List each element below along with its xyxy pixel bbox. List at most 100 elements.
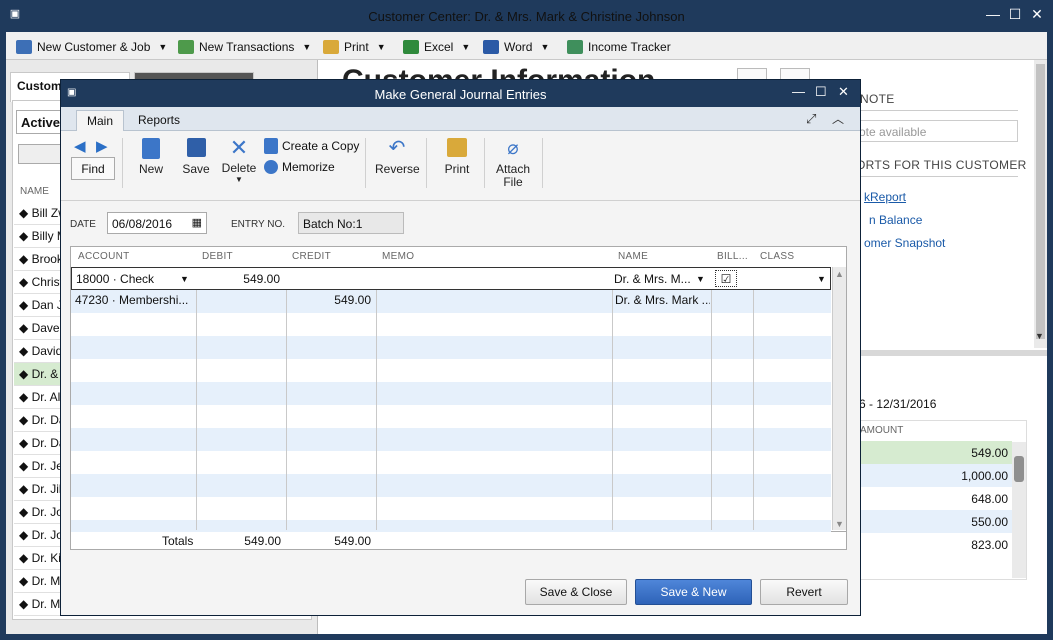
grid-scroll-up-icon[interactable]: ▲ (835, 269, 844, 279)
customer-list-item[interactable]: ◆ Dr. Da (14, 432, 62, 455)
billable-checkbox[interactable]: ☑ (715, 270, 737, 287)
debit-cell[interactable]: 549.00 (196, 272, 280, 286)
customer-list-item[interactable]: ◆ Billy M (14, 225, 62, 248)
customer-list-item[interactable]: ◆ Dr. Da (14, 409, 62, 432)
journal-line[interactable] (71, 313, 831, 336)
customer-list-item[interactable]: ◆ Dr. Ma (14, 570, 62, 593)
column-header-class[interactable]: CLASS (760, 251, 794, 262)
account-dropdown-icon[interactable]: ▼ (180, 274, 189, 284)
column-header-name[interactable]: NAME (618, 251, 648, 262)
expand-icon[interactable]: ⤢ (806, 111, 816, 127)
customer-snapshot-link[interactable]: omer Snapshot (864, 236, 945, 250)
amount-column-header[interactable]: AMOUNT (860, 425, 903, 436)
credit-cell[interactable]: 549.00 (286, 293, 371, 307)
column-header-account[interactable]: ACCOUNT (78, 251, 130, 262)
find-button[interactable]: Find (71, 157, 115, 180)
customer-list-item[interactable]: ◆ Dan J (14, 294, 62, 317)
customer-name: Christ (31, 275, 62, 289)
account-cell[interactable]: 47230 · Membershi... (75, 293, 193, 307)
customer-list-item[interactable]: ◆ Dr. Mic (14, 593, 62, 616)
date-field[interactable]: 06/08/2016 ▦ (107, 212, 207, 234)
maximize-icon[interactable]: ☐ (1004, 6, 1026, 23)
collapse-ribbon-icon[interactable]: ︿ (832, 110, 844, 127)
new-customer-icon (16, 40, 32, 54)
customer-list-item[interactable]: ◆ Dave (14, 317, 62, 340)
word-menu-button[interactable]: Word ▼ (483, 38, 549, 56)
entry-no-field[interactable]: Batch No:1 (298, 212, 404, 234)
customer-filter-select[interactable]: Active (16, 110, 66, 134)
account-cell[interactable]: 18000 · Check (76, 272, 154, 286)
column-header-memo[interactable]: MEMO (382, 251, 414, 262)
delete-button[interactable]: ✕ Delete ▼ (220, 137, 258, 185)
note-field[interactable]: ote available (852, 120, 1018, 142)
name-dropdown-icon[interactable]: ▼ (696, 274, 705, 284)
save-new-button[interactable]: Save & New (635, 579, 752, 605)
next-entry-icon[interactable]: ▶ (96, 137, 108, 155)
transaction-amount[interactable]: 648.00 (856, 487, 1012, 510)
save-button[interactable]: Save (178, 138, 214, 176)
quick-report-link[interactable]: kReport (864, 190, 906, 204)
customer-list-item[interactable]: ◆ Bill Zw (14, 202, 62, 225)
new-transactions-button[interactable]: New Transactions ▼ (178, 38, 311, 56)
customer-list-item[interactable]: ◆ Brook (14, 248, 62, 271)
save-close-button[interactable]: Save & Close (525, 579, 627, 605)
column-header-billable[interactable]: BILL... (717, 251, 748, 262)
new-customer-job-button[interactable]: New Customer & Job ▼ (16, 38, 167, 56)
customer-list-item[interactable]: ◆ Dr. Jil (14, 478, 62, 501)
transaction-amount[interactable]: 549.00 (856, 441, 1012, 464)
customer-list-item[interactable]: ◆ Dr. Jo (14, 524, 62, 547)
new-button[interactable]: New (133, 138, 169, 176)
tab-reports[interactable]: Reports (128, 110, 190, 131)
dialog-close-icon[interactable]: ✕ (838, 84, 849, 100)
grid-scrollbar[interactable] (832, 267, 846, 530)
income-tracker-button[interactable]: Income Tracker (567, 38, 671, 56)
close-icon[interactable]: ✕ (1026, 6, 1048, 23)
attach-file-button[interactable]: ⌀ Attach File (492, 138, 534, 189)
customer-list-item[interactable]: ◆ David (14, 340, 62, 363)
open-balance-link[interactable]: n Balance (869, 213, 922, 227)
tab-main[interactable]: Main (76, 110, 125, 131)
name-cell[interactable]: Dr. & Mrs. M... (614, 272, 691, 286)
journal-line[interactable] (71, 359, 831, 382)
journal-line[interactable] (71, 451, 831, 474)
reverse-button[interactable]: ↶ Reverse (375, 138, 420, 177)
minimize-icon[interactable]: — (982, 6, 1004, 22)
customer-list-item[interactable]: ◆ Dr. & M (14, 363, 62, 386)
journal-line[interactable] (71, 497, 831, 520)
calendar-icon[interactable]: ▦ (192, 216, 202, 229)
transaction-amount[interactable]: 550.00 (856, 510, 1012, 533)
memorize-button[interactable]: Memorize (264, 160, 335, 174)
customer-list-item[interactable]: ◆ Dr. Alli (14, 386, 62, 409)
customer-list-item[interactable]: ◆ Dr. Je (14, 455, 62, 478)
journal-line[interactable] (71, 336, 831, 359)
transaction-amount[interactable]: 823.00 (856, 533, 1012, 556)
transactions-scrollbar-thumb[interactable] (1014, 456, 1024, 482)
class-dropdown-icon[interactable]: ▼ (817, 274, 826, 284)
info-scrollbar-thumb[interactable] (1036, 64, 1045, 339)
excel-menu-button[interactable]: Excel ▼ (403, 38, 470, 56)
column-header-credit[interactable]: CREDIT (292, 251, 331, 262)
customer-list-item[interactable]: ◆ Christ (14, 271, 62, 294)
print-menu-button[interactable]: Print ▼ (323, 38, 386, 56)
active-journal-line[interactable]: 18000 · Check ▼ 549.00 Dr. & Mrs. M... ▼… (71, 267, 831, 290)
transaction-amount[interactable]: 1,000.00 (856, 464, 1012, 487)
journal-line[interactable] (71, 382, 831, 405)
customer-name-column-header[interactable]: NAME (20, 186, 49, 197)
journal-line[interactable] (71, 428, 831, 451)
name-cell[interactable]: Dr. & Mrs. Mark ... (615, 293, 710, 307)
customer-list-item[interactable]: ◆ Dr. Jo (14, 501, 62, 524)
customer-search-input[interactable] (18, 144, 63, 164)
previous-entry-icon[interactable]: ◀ (74, 137, 86, 155)
print-button[interactable]: Print (440, 138, 474, 176)
revert-button[interactable]: Revert (760, 579, 848, 605)
column-header-debit[interactable]: DEBIT (202, 251, 233, 262)
word-icon (483, 40, 499, 54)
dialog-minimize-icon[interactable]: — (792, 84, 805, 99)
journal-line[interactable] (71, 405, 831, 428)
journal-line[interactable] (71, 474, 831, 497)
dialog-maximize-icon[interactable]: ☐ (815, 84, 827, 100)
grid-scroll-down-icon[interactable]: ▼ (835, 519, 844, 529)
create-copy-button[interactable]: Create a Copy (264, 138, 359, 154)
scroll-down-icon[interactable]: ▼ (1035, 331, 1044, 341)
customer-list-item[interactable]: ◆ Dr. Kir (14, 547, 62, 570)
